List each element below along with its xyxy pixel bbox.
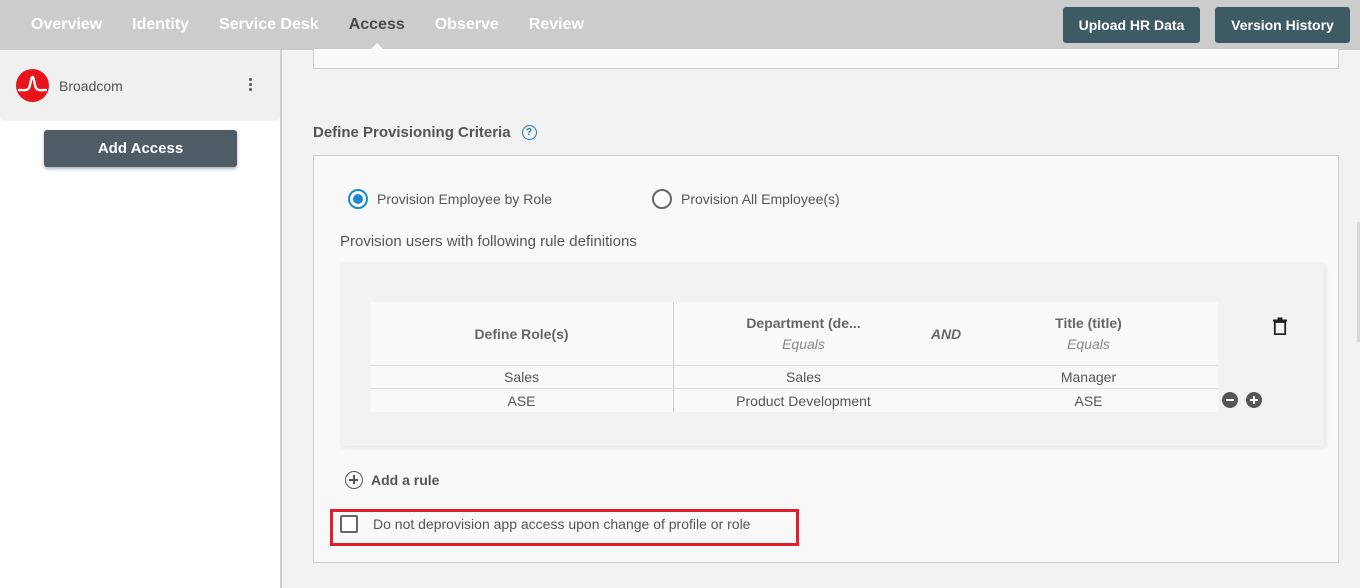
- plus-circle-icon: [345, 471, 363, 489]
- broadcom-logo-icon: [16, 69, 49, 102]
- org-name: Broadcom: [59, 78, 123, 94]
- provisioning-criteria-panel: Provision Employee by Role Provision All…: [313, 155, 1339, 563]
- top-navigation-bar: Overview Identity Service Desk Access Ob…: [0, 0, 1360, 50]
- kebab-menu-icon[interactable]: [246, 78, 254, 94]
- cell-title: ASE: [1074, 392, 1103, 409]
- header-define-roles: Define Role(s): [474, 325, 569, 342]
- tab-identity[interactable]: Identity: [132, 0, 189, 50]
- radio-checked-icon[interactable]: [348, 189, 368, 209]
- and-joiner: AND: [930, 325, 962, 342]
- main-content: Define Provisioning Criteria ? Provision…: [284, 49, 1360, 588]
- header-department-operator: Equals: [782, 336, 825, 352]
- table-row[interactable]: Sales Sales Manager: [370, 366, 1218, 389]
- org-card[interactable]: Broadcom: [0, 50, 280, 121]
- add-access-button[interactable]: Add Access: [44, 130, 237, 167]
- add-rule-button[interactable]: Add a rule: [345, 471, 439, 489]
- section-title-text: Define Provisioning Criteria: [313, 124, 511, 141]
- row-actions: [1222, 392, 1270, 408]
- add-row-icon[interactable]: [1246, 392, 1262, 408]
- rule-description: Provision users with following rule defi…: [340, 233, 637, 250]
- cell-role: Sales: [370, 366, 674, 388]
- tab-observe[interactable]: Observe: [435, 0, 499, 50]
- radio-provision-all[interactable]: Provision All Employee(s): [652, 189, 840, 209]
- trash-icon[interactable]: [1273, 317, 1287, 336]
- radio-unchecked-icon[interactable]: [652, 189, 672, 209]
- rule-definition-box: Define Role(s) Department (de... Equals …: [340, 262, 1324, 446]
- table-row[interactable]: ASE Product Development ASE: [370, 389, 1218, 412]
- deprovision-label: Do not deprovision app access upon chang…: [373, 516, 751, 532]
- radio-provision-by-role[interactable]: Provision Employee by Role: [348, 189, 552, 209]
- version-history-button[interactable]: Version History: [1215, 7, 1350, 43]
- cell-role: ASE: [370, 389, 674, 412]
- section-title: Define Provisioning Criteria ?: [313, 124, 537, 141]
- header-department: Department (de...: [746, 315, 861, 331]
- deprovision-checkbox-row[interactable]: Do not deprovision app access upon chang…: [340, 515, 750, 533]
- header-title-operator: Equals: [1067, 336, 1110, 352]
- tab-access[interactable]: Access: [349, 0, 405, 50]
- sidebar: Broadcom Add Access: [0, 50, 282, 588]
- help-icon[interactable]: ?: [521, 125, 537, 140]
- rule-table: Define Role(s) Department (de... Equals …: [370, 302, 1218, 412]
- previous-section-panel: [313, 49, 1339, 69]
- radio-label-all: Provision All Employee(s): [681, 191, 840, 207]
- tab-review[interactable]: Review: [529, 0, 584, 50]
- header-title: Title (title): [1055, 315, 1122, 331]
- cell-department: Product Development: [736, 392, 871, 409]
- nav-tabs: Overview Identity Service Desk Access Ob…: [31, 0, 614, 50]
- rule-table-header: Define Role(s) Department (de... Equals …: [370, 302, 1218, 366]
- deprovision-checkbox[interactable]: [340, 515, 358, 533]
- radio-label-by-role: Provision Employee by Role: [377, 191, 553, 207]
- cell-title: Manager: [1060, 369, 1117, 385]
- add-rule-label: Add a rule: [371, 472, 440, 488]
- tab-overview[interactable]: Overview: [31, 0, 102, 50]
- tab-service-desk[interactable]: Service Desk: [219, 0, 319, 50]
- upload-hr-data-button[interactable]: Upload HR Data: [1063, 7, 1200, 43]
- cell-department: Sales: [785, 369, 822, 385]
- remove-row-icon[interactable]: [1222, 392, 1238, 408]
